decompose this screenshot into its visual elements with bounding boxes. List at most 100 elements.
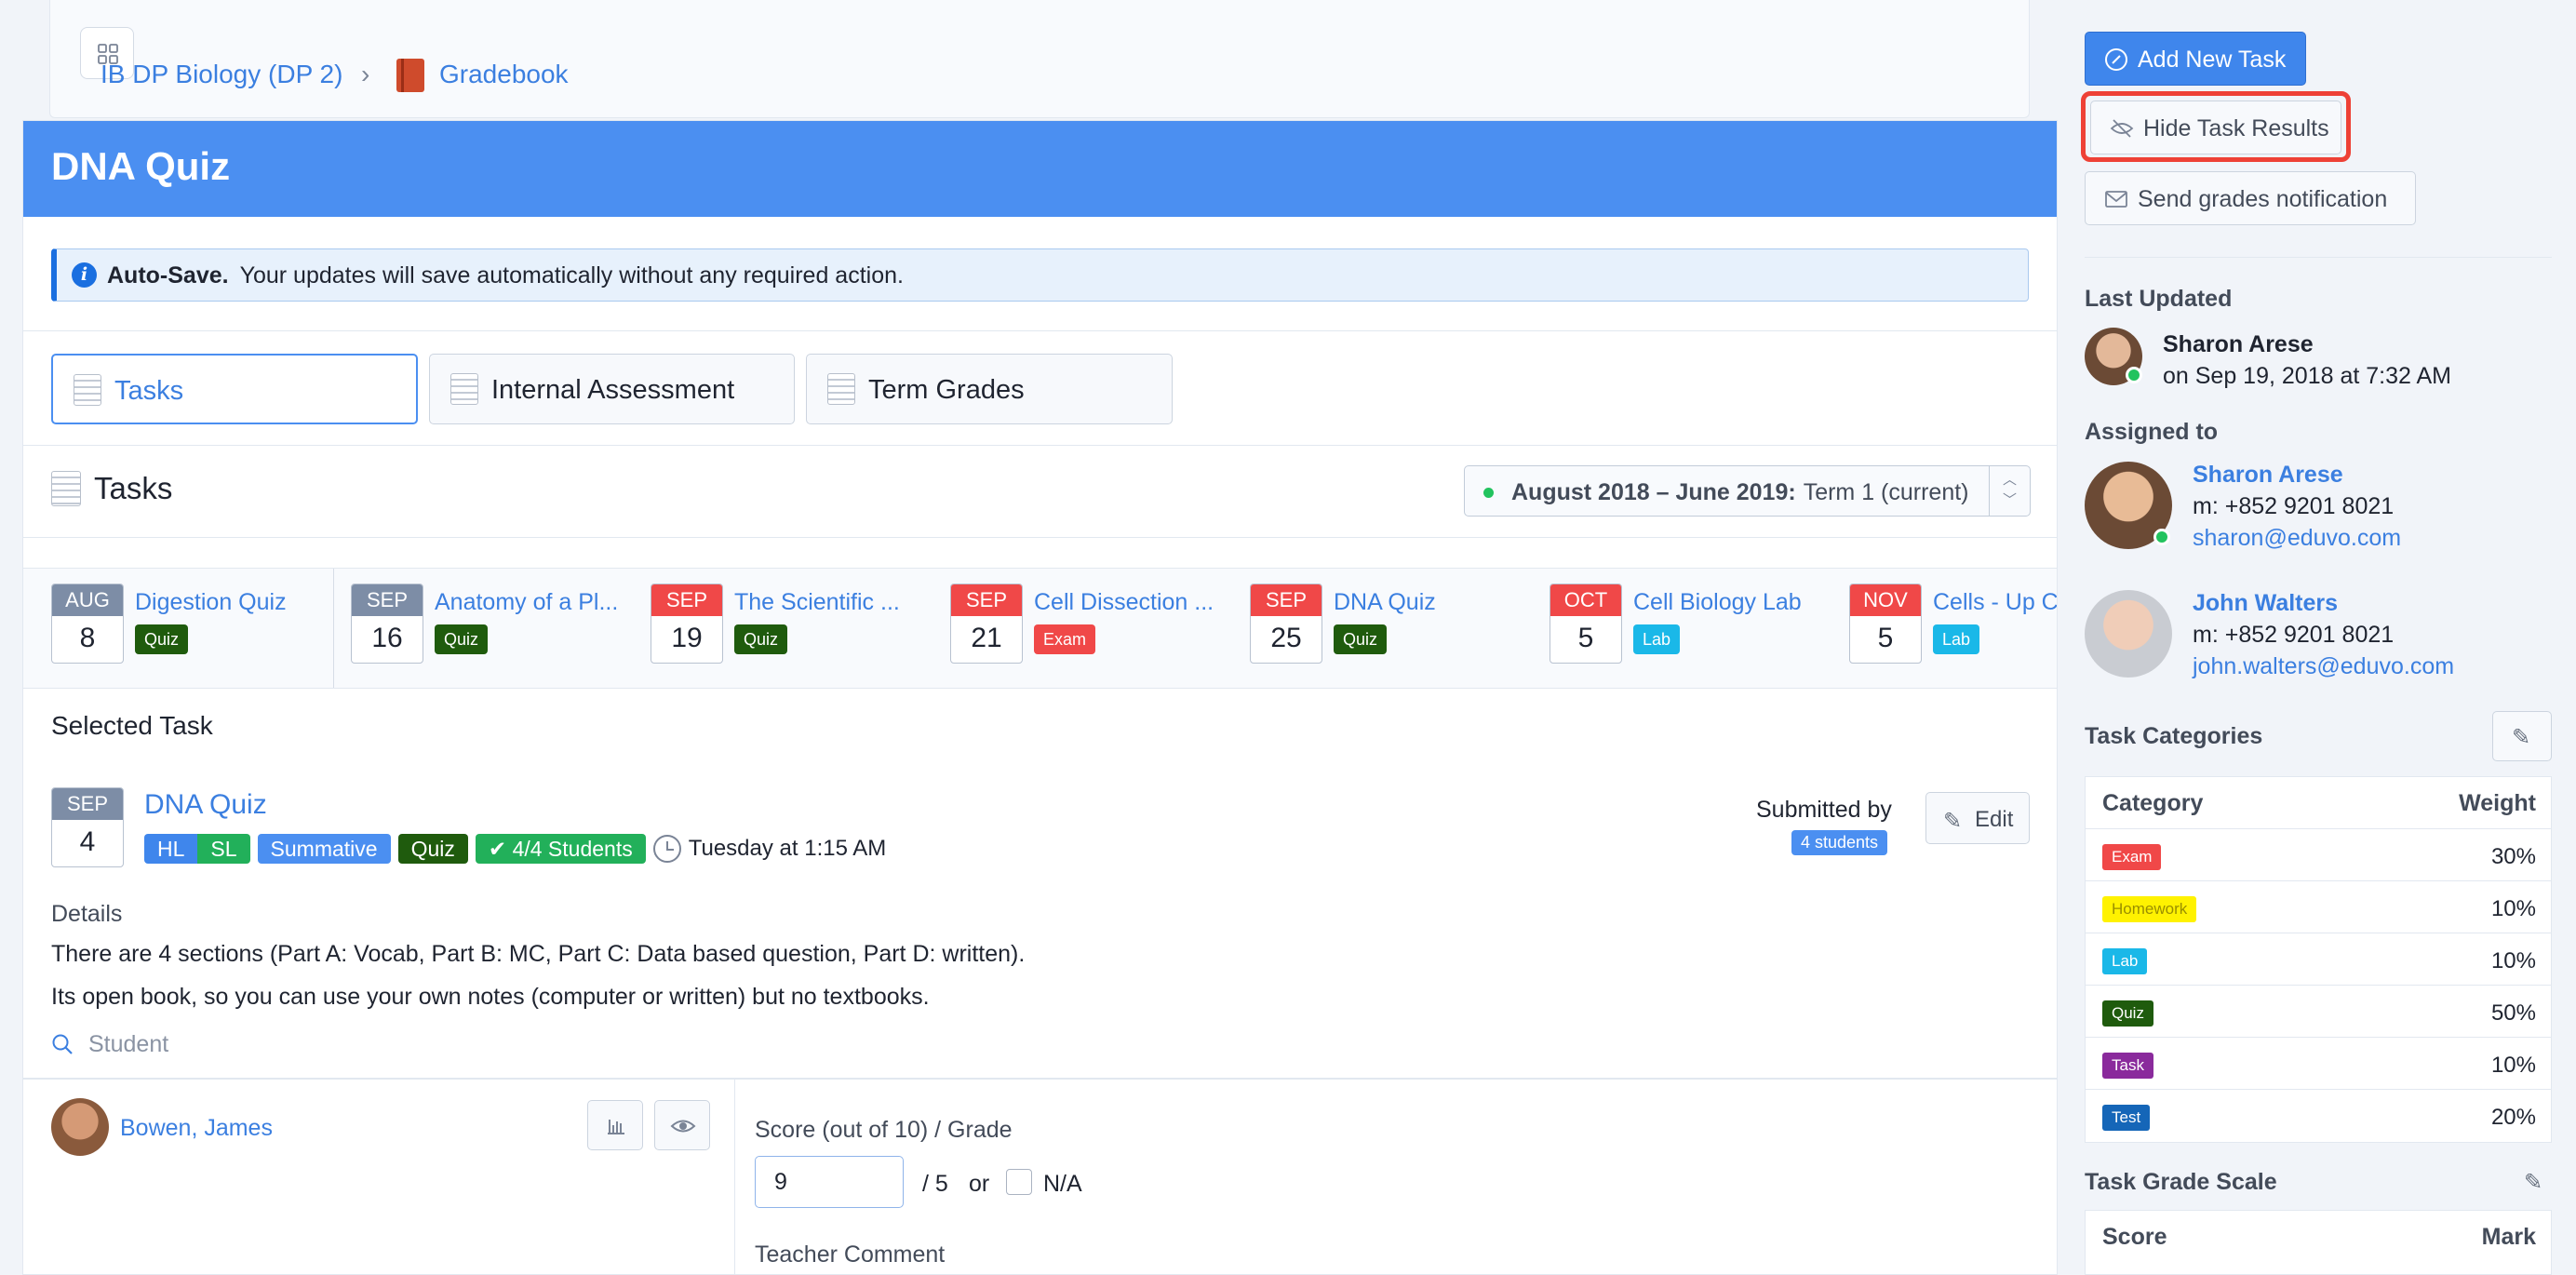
calendar-day: 25 xyxy=(1270,623,1302,653)
category-weight: 10% xyxy=(2490,948,2536,973)
send-grades-notification-button[interactable]: Send grades notification xyxy=(2085,171,2416,225)
task-name[interactable]: Anatomy of a Pl... xyxy=(435,589,618,616)
calendar-day: 8 xyxy=(79,623,96,653)
student-name-link[interactable]: Bowen, James xyxy=(120,1115,273,1142)
student-search-input[interactable] xyxy=(88,1027,647,1061)
details-label: Details xyxy=(51,901,123,927)
calendar-month: SEP xyxy=(951,584,1022,616)
task-name[interactable]: The Scientific ... xyxy=(734,589,900,616)
calendar-day: 16 xyxy=(371,623,403,653)
calendar-date: SEP 16 xyxy=(351,584,423,664)
task-strip[interactable]: AUG 8 Digestion Quiz Quiz SEP 16 Anatomy… xyxy=(23,568,2057,689)
category-weight: 30% xyxy=(2490,844,2536,869)
divider xyxy=(333,569,334,688)
tab-term-grades[interactable]: Term Grades xyxy=(806,354,1173,424)
assignee-name-link[interactable]: John Walters xyxy=(2193,590,2338,617)
task-name[interactable]: Cell Dissection ... xyxy=(1034,589,1214,616)
term-select[interactable]: August 2018 – June 2019: Term 1 (current)… xyxy=(1464,465,2031,517)
table-row: Task 10% xyxy=(2086,1038,2551,1090)
category-badge: Quiz xyxy=(2102,1000,2153,1027)
category-weight: 10% xyxy=(2490,1053,2536,1078)
category-badge: Quiz xyxy=(435,624,489,654)
tasks-heading: Tasks xyxy=(94,471,173,505)
search-icon xyxy=(52,1034,73,1054)
category-weight: 50% xyxy=(2490,1000,2536,1026)
breadcrumb-course-link[interactable]: IB DP Biology (DP 2) xyxy=(101,60,342,89)
edit-categories-button[interactable]: ✎ xyxy=(2492,711,2552,761)
pencil-icon: ✎ xyxy=(2512,725,2531,750)
calendar-month: SEP xyxy=(1251,584,1322,616)
category-weight: 10% xyxy=(2490,896,2536,921)
task-name[interactable]: Cells - Up C xyxy=(1933,589,2057,616)
stats-button[interactable] xyxy=(587,1100,643,1150)
edit-task-button[interactable]: ✎ Edit xyxy=(1925,792,2030,844)
task-name[interactable]: Digestion Quiz xyxy=(135,589,287,616)
table-row: Exam 30% xyxy=(2086,829,2551,881)
task-name[interactable]: DNA Quiz xyxy=(1334,589,1436,616)
breadcrumb-gradebook-link[interactable]: Gradebook xyxy=(439,60,569,89)
add-new-task-button[interactable]: Add New Task xyxy=(2085,32,2306,86)
level-badge: HL SL xyxy=(144,834,250,864)
tasks-icon xyxy=(74,374,101,406)
task-categories-table: Category Weight Exam 30% Homework 10% Lab 1… xyxy=(2085,776,2552,1143)
calendar-day: 5 xyxy=(1877,623,1894,653)
calendar-month: NOV xyxy=(1850,584,1921,616)
na-checkbox[interactable] xyxy=(1006,1169,1032,1195)
gradebook-icon xyxy=(396,59,424,92)
last-updated-date: on Sep 19, 2018 at 7:32 AM xyxy=(2163,363,2451,389)
category-badge: Task xyxy=(2102,1053,2153,1079)
report-icon xyxy=(827,373,855,405)
hide-task-results-button[interactable]: Hide Task Results xyxy=(2090,101,2341,154)
category-badge: Lab xyxy=(1633,624,1681,654)
term-name: Term 1 (current) xyxy=(1803,479,1969,505)
calendar-day: 21 xyxy=(971,623,1002,653)
calendar-date: OCT 5 xyxy=(1550,584,1622,664)
assignee-email-link[interactable]: sharon@eduvo.com xyxy=(2193,525,2401,552)
breadcrumb-separator: › xyxy=(361,60,370,88)
selected-task-badges: HL SL Summative Quiz ✔ 4/4 Students Tuesday a… xyxy=(144,834,886,864)
last-updated-heading: Last Updated xyxy=(2085,286,2233,312)
category-badge: Exam xyxy=(2102,844,2162,870)
tab-label: Internal Assessment xyxy=(491,375,735,405)
category-badge: Quiz xyxy=(135,624,189,654)
calendar-date: SEP 19 xyxy=(651,584,723,664)
avatar xyxy=(51,1098,109,1156)
category-badge: Lab xyxy=(2102,948,2148,974)
assignee-email-link[interactable]: john.walters@eduvo.com xyxy=(2193,653,2454,680)
tab-internal-assessment[interactable]: Internal Assessment xyxy=(429,354,795,424)
eye-slash-icon xyxy=(2110,119,2134,138)
avatar xyxy=(2085,328,2142,385)
calendar-day: 5 xyxy=(1577,623,1594,653)
term-range: August 2018 – June 2019: xyxy=(1511,479,1796,505)
calendar-date: SEP 25 xyxy=(1250,584,1322,664)
autosave-message: Your updates will save automatically wit… xyxy=(239,262,904,289)
view-button[interactable] xyxy=(654,1100,710,1150)
title-bar: DNA Quiz xyxy=(23,121,2057,217)
column-header-category: Category xyxy=(2102,790,2204,816)
students-badge: ✔ 4/4 Students xyxy=(475,834,646,864)
category-badge: Quiz xyxy=(1334,624,1388,654)
column-header-mark: Mark xyxy=(2481,1224,2536,1250)
task-name[interactable]: Cell Biology Lab xyxy=(1633,589,1802,616)
calendar-month: OCT xyxy=(1550,584,1621,616)
category-badge: Lab xyxy=(1933,624,1980,654)
calendar-day: 4 xyxy=(79,826,96,857)
updown-chevron-icon: ︿ ﹀ xyxy=(1989,466,2030,516)
breadcrumb xyxy=(49,0,2030,118)
send-grades-notification-label: Send grades notification xyxy=(2138,186,2388,212)
table-header: Category Weight xyxy=(2086,777,2551,829)
score-input[interactable] xyxy=(755,1156,904,1208)
assignee-phone: m: +852 9201 8021 xyxy=(2193,622,2395,648)
eye-icon xyxy=(670,1120,696,1133)
tab-tasks[interactable]: Tasks xyxy=(51,354,418,424)
edit-label: Edit xyxy=(1975,807,2014,832)
edit-grade-scale-button[interactable]: ✎ xyxy=(2520,1167,2552,1199)
submitted-count-badge: 4 students xyxy=(1791,830,1888,855)
score-label: Score (out of 10) / Grade xyxy=(755,1117,1013,1143)
notebook-icon xyxy=(450,373,478,405)
due-time: Tuesday at 1:15 AM xyxy=(688,836,887,861)
assignee-name-link[interactable]: Sharon Arese xyxy=(2193,462,2343,489)
online-status-dot xyxy=(2126,367,2142,383)
selected-task-name[interactable]: DNA Quiz xyxy=(144,789,267,821)
pencil-icon: ✎ xyxy=(2524,1170,2543,1195)
